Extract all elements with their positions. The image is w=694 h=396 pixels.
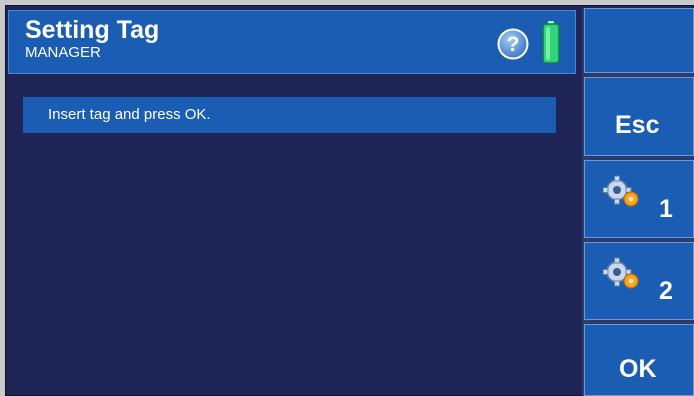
ok-button-label: OK: [619, 355, 657, 383]
page-subtitle: MANAGER: [25, 44, 101, 61]
settings-2-label: 2: [659, 277, 673, 305]
battery-icon: [542, 21, 560, 64]
settings-2-button[interactable]: 2: [584, 242, 694, 320]
settings-1-button[interactable]: 1: [584, 160, 694, 238]
esc-button[interactable]: Esc: [584, 77, 694, 156]
help-icon[interactable]: ?: [497, 28, 529, 60]
title-bar: Setting Tag MANAGER ?: [8, 10, 576, 74]
help-icon-glyph: ?: [507, 33, 520, 56]
instruction-text: Insert tag and press OK.: [48, 106, 211, 123]
gear-icon: [603, 175, 639, 207]
page-title: Setting Tag: [25, 16, 160, 44]
message-bar: Insert tag and press OK.: [23, 97, 556, 133]
side-blank-button: [584, 8, 694, 73]
ok-button[interactable]: OK: [584, 324, 694, 396]
esc-button-label: Esc: [615, 111, 660, 139]
settings-1-label: 1: [659, 195, 673, 223]
gear-icon: [603, 257, 639, 289]
